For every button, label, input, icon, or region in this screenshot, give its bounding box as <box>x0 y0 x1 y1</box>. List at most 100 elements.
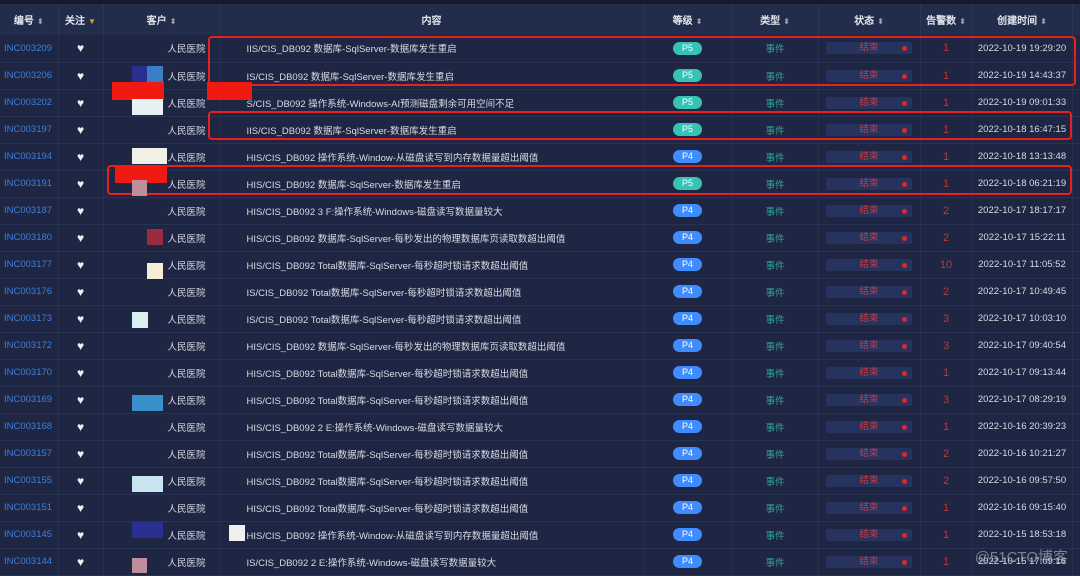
heart-icon[interactable]: ♥ <box>77 447 84 461</box>
heart-icon[interactable]: ♥ <box>77 528 84 542</box>
content-cell[interactable]: HIS/CIS_DB092 数据库-SqlServer-每秒发出的物理数据库页读… <box>220 332 644 360</box>
column-header-6[interactable]: 状态 ⬍ <box>818 0 921 35</box>
content-cell[interactable]: IIS/CIS_DB092 数据库-SqlServer-数据库发生重启 <box>220 116 644 144</box>
content-cell[interactable]: IS/CIS_DB092 Total数据库-SqlServer-每秒超时锁请求数… <box>220 305 644 333</box>
content-cell[interactable]: IIS/CIS_DB092 数据库-SqlServer-数据库发生重启 <box>220 35 644 63</box>
incident-id-link[interactable]: INC003157 <box>0 440 59 468</box>
content-cell[interactable]: HIS/CIS_DB092 数据库-SqlServer-每秒发出的物理数据库页读… <box>220 224 644 252</box>
incident-id-link[interactable]: INC003145 <box>0 521 59 549</box>
column-header-4[interactable]: 等级 ⬍ <box>643 0 733 35</box>
sort-icon[interactable]: ⬍ <box>959 17 966 26</box>
content-cell[interactable]: HIS/CIS_DB092 Total数据库-SqlServer-每秒超时锁请求… <box>220 494 644 522</box>
sort-icon[interactable]: ⬍ <box>696 17 703 26</box>
heart-icon[interactable]: ♥ <box>77 393 84 407</box>
table-row[interactable]: INC003176 ♥ 人民医院 IS/CIS_DB092 Total数据库-SqlS… <box>0 278 1080 306</box>
created-time: 2022-10-17 09:40:54 <box>972 332 1073 360</box>
incident-id-link[interactable]: INC003170 <box>0 359 59 387</box>
content-cell[interactable]: IS/CIS_DB092 数据库-SqlServer-数据库发生重启 <box>220 62 644 90</box>
incident-id-link[interactable]: INC003172 <box>0 332 59 360</box>
table-row[interactable]: INC003187 ♥ 人民医院 HIS/CIS_DB092 3 F:操作系统-Win… <box>0 197 1080 225</box>
incident-id-link[interactable]: INC003197 <box>0 116 59 144</box>
incident-id-link[interactable]: INC003169 <box>0 386 59 414</box>
heart-icon[interactable]: ♥ <box>77 285 84 299</box>
heart-icon[interactable]: ♥ <box>77 258 84 272</box>
created-time: 2022-10-17 18:17:17 <box>972 197 1073 225</box>
table-row[interactable]: INC003168 ♥ 人民医院 HIS/CIS_DB092 2 E:操作系统-Win… <box>0 413 1080 441</box>
heart-icon[interactable]: ♥ <box>77 177 84 191</box>
table-row[interactable]: INC003151 ♥ 人民医院 HIS/CIS_DB092 Total数据库-Sql… <box>0 494 1080 522</box>
column-header-8[interactable]: 创建时间 ⬍ <box>972 0 1073 35</box>
type-cell: 事件 <box>732 494 819 522</box>
content-cell[interactable]: S/CIS_DB092 操作系统-Windows-AI预测磁盘剩余可用空间不足 <box>220 89 644 117</box>
table-row[interactable]: INC003157 ♥ 人民医院 HIS/CIS_DB092 Total数据库-Sql… <box>0 440 1080 468</box>
heart-icon[interactable]: ♥ <box>77 420 84 434</box>
incident-id-link[interactable]: INC003209 <box>0 35 59 63</box>
status-label: 结束 <box>859 339 879 351</box>
heart-icon[interactable]: ♥ <box>77 366 84 380</box>
table-row[interactable]: INC003209 ♥ 人民医院 IIS/CIS_DB092 数据库-SqlServe… <box>0 35 1080 63</box>
table-row[interactable]: INC003144 ♥ 人民医院 IS/CIS_DB092 2 E:操作系统-Wind… <box>0 548 1080 576</box>
heart-icon[interactable]: ♥ <box>77 69 84 83</box>
incident-id-link[interactable]: INC003151 <box>0 494 59 522</box>
content-cell[interactable]: HIS/CIS_DB092 Total数据库-SqlServer-每秒超时锁请求… <box>220 440 644 468</box>
alarm-count: 2 <box>920 440 973 468</box>
sort-icon[interactable]: ⬍ <box>170 17 177 26</box>
table-row[interactable]: INC003173 ♥ 人民医院 IS/CIS_DB092 Total数据库-SqlS… <box>0 305 1080 333</box>
content-cell[interactable]: HIS/CIS_DB092 Total数据库-SqlServer-每秒超时锁请求… <box>220 467 644 495</box>
heart-icon[interactable]: ♥ <box>77 474 84 488</box>
sort-icon[interactable]: ⬍ <box>877 17 884 26</box>
incident-id-link[interactable]: INC003180 <box>0 224 59 252</box>
column-header-2[interactable]: 客户 ⬍ <box>103 0 221 35</box>
heart-icon[interactable]: ♥ <box>77 501 84 515</box>
heart-icon[interactable]: ♥ <box>77 555 84 569</box>
status-badge: 结束 <box>826 123 912 136</box>
heart-icon[interactable]: ♥ <box>77 204 84 218</box>
content-cell[interactable]: HIS/CIS_DB092 Total数据库-SqlServer-每秒超时锁请求… <box>220 251 644 279</box>
content-cell[interactable]: IS/CIS_DB092 2 E:操作系统-Windows-磁盘读写数据量较大 <box>220 548 644 576</box>
column-header-7[interactable]: 告警数 ⬍ <box>920 0 973 35</box>
content-cell[interactable]: HIS/CIS_DB092 Total数据库-SqlServer-每秒超时锁请求… <box>220 386 644 414</box>
incident-id-link[interactable]: INC003206 <box>0 62 59 90</box>
content-cell[interactable]: HIS/CIS_DB092 操作系统-Window-从磁盘读写到内存数据量超出阈… <box>220 521 644 549</box>
alarm-count: 1 <box>920 413 973 441</box>
status-badge: 结束 <box>826 204 912 217</box>
sort-desc-icon[interactable]: ▼ <box>88 17 96 26</box>
heart-icon[interactable]: ♥ <box>77 123 84 137</box>
heart-icon[interactable]: ♥ <box>77 96 84 110</box>
status-dot-icon <box>902 262 907 268</box>
column-header-3[interactable]: 内容 <box>220 0 644 35</box>
heart-icon[interactable]: ♥ <box>77 339 84 353</box>
incident-id-link[interactable]: INC003191 <box>0 170 59 198</box>
incident-id-link[interactable]: INC003144 <box>0 548 59 576</box>
incident-id-link[interactable]: INC003173 <box>0 305 59 333</box>
heart-icon[interactable]: ♥ <box>77 41 84 55</box>
incident-id-link[interactable]: INC003187 <box>0 197 59 225</box>
heart-icon[interactable]: ♥ <box>77 150 84 164</box>
column-header-1[interactable]: 关注 ▼ <box>58 0 104 35</box>
sort-icon[interactable]: ⬍ <box>1040 17 1047 26</box>
heart-icon[interactable]: ♥ <box>77 231 84 245</box>
table-row[interactable]: INC003172 ♥ 人民医院 HIS/CIS_DB092 数据库-SqlServe… <box>0 332 1080 360</box>
table-row[interactable]: INC003170 ♥ 人民医院 HIS/CIS_DB092 Total数据库-Sql… <box>0 359 1080 387</box>
content-cell[interactable]: HIS/CIS_DB092 2 E:操作系统-Windows-磁盘读写数据量较大 <box>220 413 644 441</box>
incident-id-link[interactable]: INC003194 <box>0 143 59 171</box>
incident-id-link[interactable]: INC003202 <box>0 89 59 117</box>
sort-icon[interactable]: ⬍ <box>37 17 44 26</box>
incident-id-link[interactable]: INC003155 <box>0 467 59 495</box>
sort-icon[interactable]: ⬍ <box>783 17 790 26</box>
content-cell[interactable]: HIS/CIS_DB092 操作系统-Window-从磁盘读写到内存数据量超出阈… <box>220 143 644 171</box>
content-cell[interactable]: HIS/CIS_DB092 3 F:操作系统-Windows-磁盘读写数据量较大 <box>220 197 644 225</box>
heart-icon[interactable]: ♥ <box>77 312 84 326</box>
incident-id-link[interactable]: INC003177 <box>0 251 59 279</box>
content-cell[interactable]: HIS/CIS_DB092 Total数据库-SqlServer-每秒超时锁请求… <box>220 359 644 387</box>
column-header-5[interactable]: 类型 ⬍ <box>732 0 819 35</box>
column-header-0[interactable]: 编号 ⬍ <box>0 0 59 35</box>
table-row[interactable]: INC003197 ♥ 人民医院 IIS/CIS_DB092 数据库-SqlServe… <box>0 116 1080 144</box>
content-cell[interactable]: IS/CIS_DB092 Total数据库-SqlServer-每秒超时锁请求数… <box>220 278 644 306</box>
column-label: 编号 <box>13 16 34 27</box>
row-spacer <box>1072 305 1080 333</box>
content-cell[interactable]: HIS/CIS_DB092 数据库-SqlServer-数据库发生重启 <box>220 170 644 198</box>
status-dot-icon <box>902 532 907 538</box>
incident-id-link[interactable]: INC003168 <box>0 413 59 441</box>
incident-id-link[interactable]: INC003176 <box>0 278 59 306</box>
